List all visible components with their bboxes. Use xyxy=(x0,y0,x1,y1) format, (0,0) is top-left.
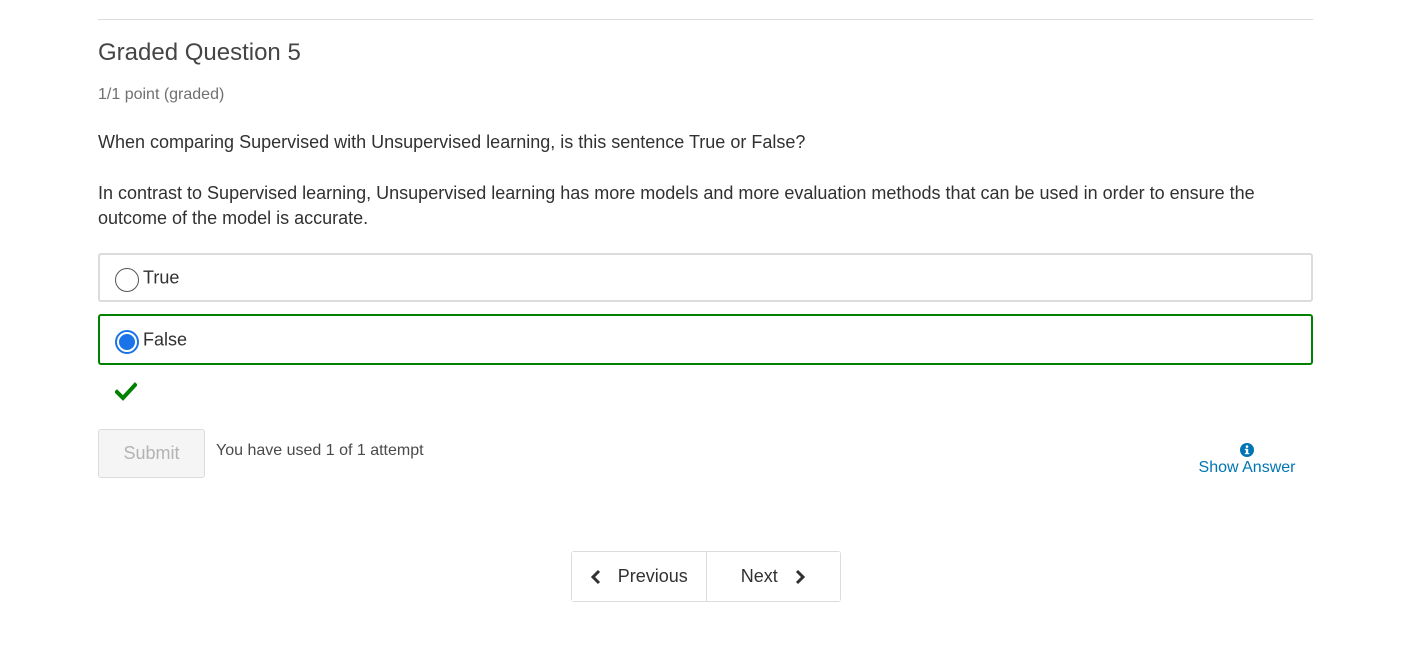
option-false[interactable]: False xyxy=(98,314,1313,365)
chevron-left-icon xyxy=(590,569,600,584)
radio-true[interactable] xyxy=(115,267,139,292)
question-prompt: When comparing Supervised with Unsupervi… xyxy=(98,132,806,152)
next-button[interactable]: Next xyxy=(705,552,840,601)
radio-false[interactable] xyxy=(115,329,139,354)
points-label: 1/1 point (graded) xyxy=(98,86,225,103)
show-answer-label: Show Answer xyxy=(1198,459,1296,476)
question-statement: In contrast to Supervised learning, Unsu… xyxy=(98,183,1255,228)
option-label: False xyxy=(143,329,188,349)
correct-check-icon xyxy=(115,382,137,401)
option-label: True xyxy=(143,267,180,287)
info-icon xyxy=(1240,443,1254,457)
top-divider xyxy=(98,19,1313,20)
next-label: Next xyxy=(740,566,778,586)
question-text: When comparing Supervised with Unsupervi… xyxy=(98,130,1313,231)
attempts-text: You have used 1 of 1 attempt xyxy=(216,442,424,459)
sequence-navigation: Previous Next xyxy=(571,551,841,602)
show-answer-button[interactable]: Show Answer xyxy=(1190,443,1304,477)
previous-label: Previous xyxy=(617,566,688,586)
chevron-right-icon xyxy=(795,569,805,584)
submit-button[interactable]: Submit xyxy=(98,429,205,478)
problem-title: Graded Question 5 xyxy=(98,39,301,66)
option-true[interactable]: True xyxy=(98,253,1313,302)
previous-button[interactable]: Previous xyxy=(572,552,706,601)
